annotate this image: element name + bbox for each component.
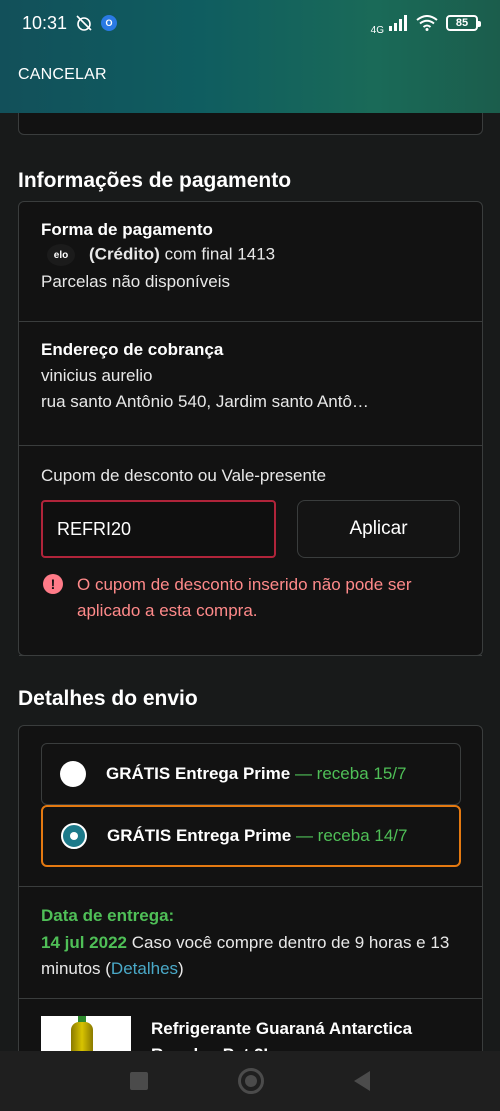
top-bar: 10:31 O 4G 85 CANCELAR	[0, 0, 500, 113]
status-left-icons: O	[75, 14, 118, 32]
status-right-icons: 4G 85	[370, 11, 481, 36]
shipping-option-2[interactable]: GRÁTIS Entrega Prime — receba 14/7	[41, 805, 461, 867]
divider	[19, 998, 482, 999]
elo-card-icon: elo	[47, 244, 75, 266]
radio-unselected[interactable]	[60, 761, 86, 787]
status-bar: 10:31 O 4G 85	[0, 0, 500, 46]
recent-apps-icon[interactable]	[130, 1072, 148, 1090]
coupon-input[interactable]: REFRI20	[41, 500, 276, 558]
alarm-off-icon	[76, 15, 92, 31]
delivery-note-end: )	[178, 959, 184, 978]
coupon-error-text: O cupom de desconto inserido não pode se…	[77, 575, 412, 620]
payment-method-label: Forma de pagamento	[41, 220, 213, 239]
details-link[interactable]: Detalhes	[111, 959, 178, 978]
shipping-option-1-label: GRÁTIS Entrega Prime	[106, 764, 291, 783]
payment-card: Forma de pagamento elo (Crédito) com fina…	[18, 201, 483, 656]
shipping-option-2-date: — receba 14/7	[295, 826, 408, 845]
billing-address: rua santo Antônio 540, Jardim santo Antô…	[41, 392, 369, 411]
radio-selected[interactable]	[61, 823, 87, 849]
billing-address-row[interactable]: Endereço de cobrança vinicius aurelio ru…	[19, 322, 482, 446]
shipping-option-2-label: GRÁTIS Entrega Prime	[107, 826, 292, 845]
shipping-option-1[interactable]: GRÁTIS Entrega Prime — receba 15/7	[41, 743, 461, 805]
delivery-info: Data de entrega: 14 jul 2022 Caso você c…	[41, 906, 461, 982]
product-image	[41, 1016, 131, 1051]
card-suffix: com final 1413	[164, 244, 276, 264]
delivery-date: 14 jul 2022	[41, 933, 128, 952]
shipping-section-title: Detalhes do envio	[18, 687, 198, 710]
battery-icon: 85	[446, 15, 481, 31]
product-title[interactable]: Refrigerante Guaraná Antarctica Regular,…	[151, 1016, 471, 1051]
network-type: 4G	[370, 24, 384, 36]
android-nav-bar	[0, 1051, 500, 1111]
delivery-title: Data de entrega:	[41, 906, 175, 925]
wifi-icon	[416, 15, 438, 31]
divider	[19, 886, 482, 887]
outlook-icon: O	[101, 15, 118, 31]
signal-icon	[389, 15, 407, 31]
status-time: 10:31	[22, 12, 68, 33]
payment-method-row[interactable]: Forma de pagamento elo (Crédito) com fina…	[19, 202, 482, 322]
shipping-card: GRÁTIS Entrega Prime — receba 15/7 GRÁTI…	[18, 725, 483, 1051]
back-icon[interactable]	[354, 1071, 370, 1091]
installments-text: Parcelas não disponíveis	[41, 272, 231, 291]
checkout-content: Informações de pagamento Forma de pagame…	[0, 113, 500, 1051]
payment-section-title: Informações de pagamento	[18, 169, 292, 192]
error-icon: !	[43, 574, 63, 594]
home-icon[interactable]	[238, 1068, 264, 1094]
shipping-option-1-date: — receba 15/7	[294, 764, 407, 783]
billing-name: vinicius aurelio	[41, 366, 153, 385]
card-type: (Crédito)	[89, 244, 160, 264]
apply-coupon-button[interactable]: Aplicar	[297, 500, 460, 558]
billing-address-label: Endereço de cobrança	[41, 340, 224, 359]
cancel-button[interactable]: CANCELAR	[18, 66, 107, 84]
coupon-label: Cupom de desconto ou Vale-presente	[41, 466, 327, 485]
previous-card	[18, 113, 483, 135]
